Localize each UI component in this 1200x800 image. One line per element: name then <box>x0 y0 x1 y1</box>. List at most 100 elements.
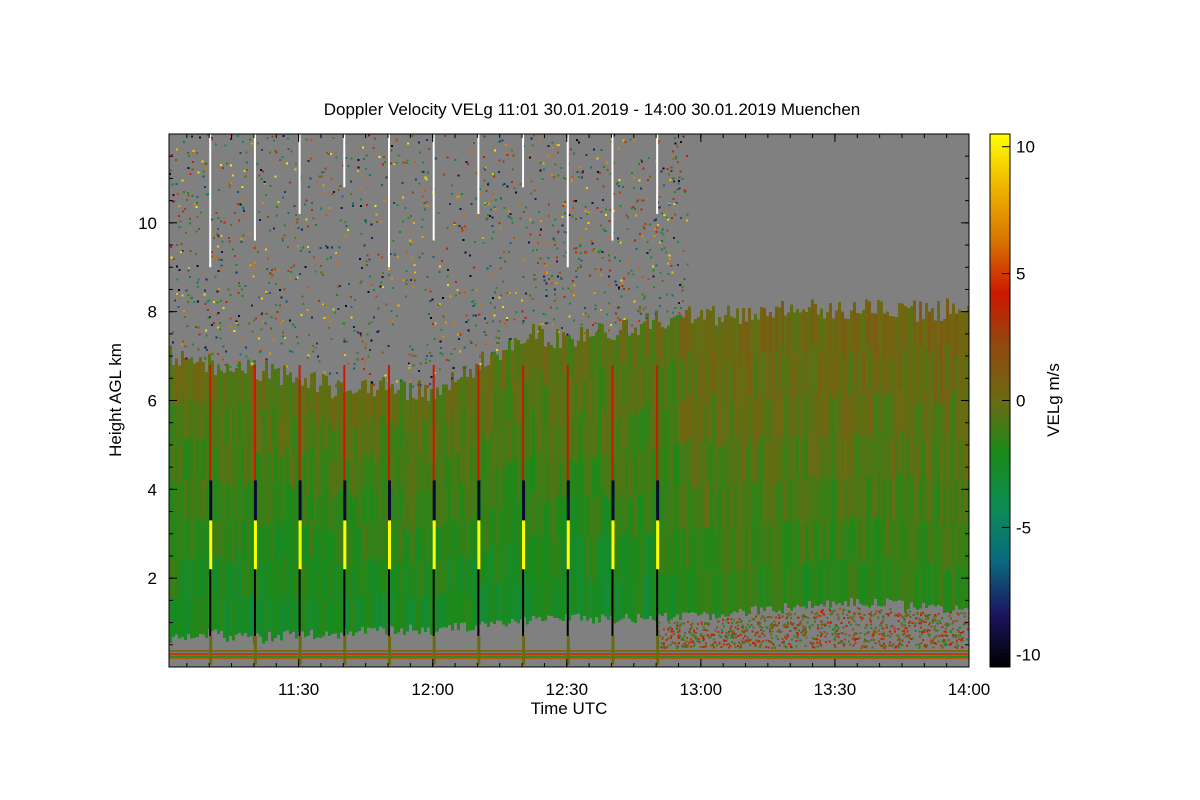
noise-speck <box>614 312 617 315</box>
field-cell <box>769 521 772 565</box>
noise-speck <box>523 211 526 214</box>
noise-speck <box>676 630 679 633</box>
noise-speck <box>728 630 731 633</box>
field-cell <box>319 493 322 531</box>
field-cell <box>262 603 265 644</box>
field-cell <box>883 522 886 565</box>
noise-speck <box>640 208 643 211</box>
noise-speck <box>946 634 949 637</box>
noise-speck <box>205 278 208 281</box>
noise-speck <box>438 270 441 273</box>
field-cell <box>898 557 901 601</box>
noise-speck <box>448 359 451 362</box>
noise-speck <box>709 644 712 647</box>
noise-speck <box>914 630 917 633</box>
field-cell <box>325 485 328 523</box>
noise-speck <box>664 251 667 254</box>
field-cell <box>466 377 469 415</box>
field-cell <box>775 350 778 395</box>
noise-speck <box>425 138 428 141</box>
noise-speck <box>405 162 408 165</box>
field-cell <box>643 321 646 365</box>
noise-speck <box>837 641 840 644</box>
noise-speck <box>935 634 938 637</box>
field-cell <box>232 448 235 488</box>
field-cell <box>274 522 277 562</box>
field-cell <box>385 424 388 461</box>
field-cell <box>448 523 451 558</box>
field-cell <box>577 418 580 458</box>
field-cell <box>940 361 943 403</box>
field-cell <box>250 442 253 483</box>
field-cell <box>886 516 889 558</box>
noise-speck <box>901 624 904 627</box>
noise-speck <box>256 163 259 166</box>
field-cell <box>667 409 670 453</box>
field-cell <box>958 437 961 482</box>
field-cell <box>559 348 562 388</box>
field-cell <box>724 315 727 359</box>
noise-speck <box>372 316 375 319</box>
field-cell <box>868 476 871 521</box>
field-cell <box>238 439 241 479</box>
noise-speck <box>680 622 683 625</box>
field-cell <box>670 403 673 448</box>
field-cell <box>325 412 328 450</box>
noise-speck <box>295 214 298 217</box>
field-cell <box>337 490 340 529</box>
noise-speck <box>457 195 460 198</box>
noise-speck <box>801 618 804 621</box>
noise-speck <box>790 613 793 616</box>
noise-speck <box>536 249 539 252</box>
noise-speck <box>547 144 550 147</box>
field-cell <box>448 423 451 458</box>
noise-speck <box>734 636 737 639</box>
field-cell <box>886 556 889 599</box>
noise-speck <box>689 630 692 633</box>
field-cell <box>544 580 547 621</box>
field-cell <box>706 439 709 484</box>
noise-speck <box>839 641 842 644</box>
noise-speck <box>348 282 351 285</box>
noise-speck <box>491 192 494 195</box>
noise-speck <box>742 641 745 644</box>
field-cell <box>847 564 850 607</box>
noise-speck <box>301 246 304 249</box>
noise-speck <box>908 620 911 623</box>
field-cell <box>712 481 715 527</box>
noise-speck <box>678 630 681 633</box>
field-cell <box>721 405 724 448</box>
noise-speck <box>852 644 855 647</box>
noise-speck <box>963 615 966 618</box>
field-cell <box>550 538 553 578</box>
streak-segment <box>432 364 435 481</box>
noise-speck <box>267 215 270 218</box>
noise-speck <box>799 620 802 623</box>
noise-speck <box>870 626 873 629</box>
noise-speck <box>184 316 187 319</box>
noise-speck <box>229 325 232 328</box>
field-cell <box>793 480 796 524</box>
noise-speck <box>580 265 583 268</box>
field-cell <box>940 565 943 607</box>
field-cell <box>175 437 178 477</box>
field-cell <box>451 445 454 484</box>
field-cell <box>736 525 739 570</box>
field-cell <box>535 498 538 539</box>
noise-speck <box>366 333 369 336</box>
noise-speck <box>793 613 796 616</box>
noise-speck <box>730 634 733 637</box>
field-cell <box>325 558 328 596</box>
noise-speck <box>795 645 798 648</box>
field-cell <box>808 390 811 434</box>
noise-speck <box>195 206 198 209</box>
noise-speck <box>524 317 527 320</box>
field-cell <box>439 494 442 529</box>
field-cell <box>697 359 700 403</box>
field-cell <box>562 579 565 622</box>
field-cell <box>472 449 475 486</box>
field-cell <box>775 568 778 613</box>
field-cell <box>304 525 307 564</box>
field-cell <box>586 495 589 538</box>
field-cell <box>328 421 331 458</box>
